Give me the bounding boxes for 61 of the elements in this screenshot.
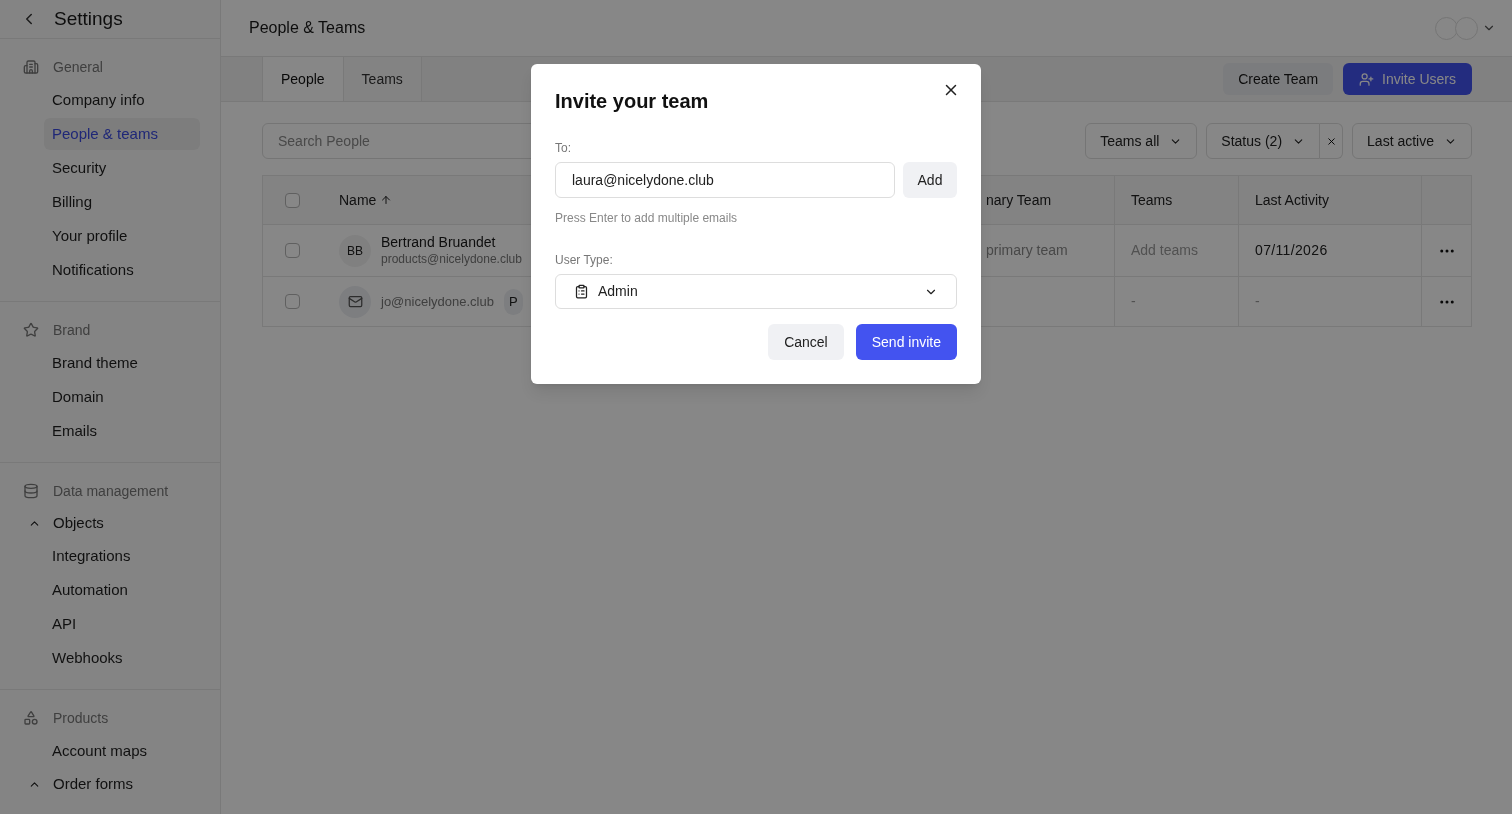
table-cell: - xyxy=(1114,277,1238,326)
column-header[interactable]: Teams xyxy=(1114,176,1238,225)
user-plus-icon xyxy=(1359,71,1375,87)
sidebar-item[interactable]: Automation xyxy=(44,574,200,606)
invite-email: jo@nicelydone.club xyxy=(381,292,494,311)
hint-text: Press Enter to add multiple emails xyxy=(555,210,739,227)
sidebar-group[interactable]: Objects xyxy=(0,507,220,539)
create-team-button[interactable]: Create Team xyxy=(1223,63,1334,95)
close-icon xyxy=(1325,135,1337,147)
sidebar-item[interactable]: Brand theme xyxy=(44,347,200,379)
invite-users-button[interactable]: Invite Users xyxy=(1343,63,1472,95)
sidebar-item[interactable]: Billing xyxy=(44,186,200,218)
sort-arrow-icon xyxy=(380,194,393,206)
sidebar-item[interactable]: Security xyxy=(44,152,200,184)
table-cell: - xyxy=(1238,277,1421,326)
sidebar-item[interactable]: API xyxy=(44,608,200,640)
checkbox[interactable] xyxy=(284,243,300,258)
section-heading: Data management xyxy=(53,481,169,501)
person-email: products@nicelydone.club xyxy=(381,251,522,267)
sidebar-item[interactable]: Account maps xyxy=(44,735,200,767)
to-label: To: xyxy=(555,140,572,157)
page-title: People & Teams xyxy=(249,18,366,38)
sidebar-item[interactable]: People & teams xyxy=(44,118,200,150)
tab[interactable]: People xyxy=(262,57,343,101)
clipboard-icon xyxy=(574,284,589,299)
cancel-button[interactable]: Cancel xyxy=(768,324,844,360)
checkbox[interactable] xyxy=(284,294,300,309)
building-icon xyxy=(23,59,39,75)
status-badge: P xyxy=(503,288,523,315)
user-type-label: User Type: xyxy=(555,252,614,269)
section-heading: Products xyxy=(53,708,109,728)
column-header[interactable]: Last Activity xyxy=(1238,176,1421,225)
sidebar-item[interactable]: Company info xyxy=(44,84,200,116)
sidebar-item[interactable]: Notifications xyxy=(44,254,200,286)
tab[interactable]: Teams xyxy=(342,57,422,101)
filter-dropdown[interactable]: Status (2) xyxy=(1206,123,1321,159)
sidebar-group[interactable]: Order forms xyxy=(0,768,220,800)
section-heading: General xyxy=(53,57,103,77)
sidebar-item[interactable]: Domain xyxy=(44,381,200,413)
filter-dropdown[interactable]: Teams all xyxy=(1085,123,1198,159)
checkbox[interactable] xyxy=(284,192,300,208)
dialog-title: Invite your team xyxy=(555,89,709,114)
mail-avatar xyxy=(339,285,371,318)
sidebar-item[interactable]: Webhooks xyxy=(44,642,200,674)
shapes-icon xyxy=(23,710,39,726)
star-icon xyxy=(23,322,39,338)
add-button[interactable]: Add xyxy=(903,162,957,198)
database-icon xyxy=(23,483,39,499)
table-cell: 07/11/2026 xyxy=(1238,225,1421,277)
clear-filter-button[interactable] xyxy=(1320,123,1344,159)
email-field[interactable]: laura@nicelydone.club xyxy=(555,162,895,198)
user-type-select[interactable]: Admin xyxy=(555,274,957,309)
sidebar-item[interactable]: Your profile xyxy=(44,220,200,252)
sidebar-item[interactable]: Emails xyxy=(44,415,200,447)
section-heading: Brand xyxy=(53,320,91,340)
person-name: Bertrand Bruandet xyxy=(381,234,497,252)
sidebar-title: Settings xyxy=(54,6,123,31)
send-invite-button[interactable]: Send invite xyxy=(855,324,957,360)
filter-dropdown[interactable]: Last active xyxy=(1352,123,1472,159)
sidebar-item[interactable]: Integrations xyxy=(44,540,200,572)
initials-avatar: BB xyxy=(339,234,371,267)
